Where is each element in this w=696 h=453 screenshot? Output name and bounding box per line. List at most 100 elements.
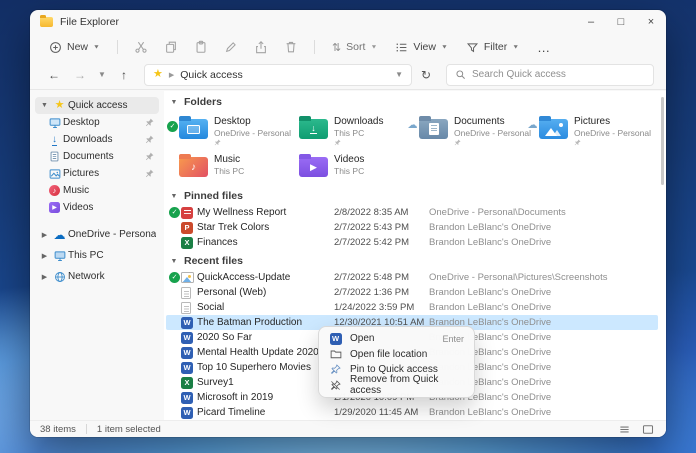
file-name: Personal (Web) — [197, 287, 267, 298]
menu-item-open[interactable]: W Open Enter — [323, 331, 470, 347]
address-bar[interactable]: ★ ▶ Quick access ▼ — [144, 63, 412, 86]
pin-icon — [214, 139, 286, 146]
chevron-down-icon[interactable]: ▼ — [38, 102, 51, 109]
folder-name: Videos — [334, 154, 365, 165]
search-input[interactable] — [472, 69, 645, 80]
more-options-button[interactable]: … — [530, 37, 558, 58]
sidebar-item-onedrive[interactable]: ▶ ☁ OneDrive - Personal — [35, 226, 159, 243]
recent-files-section-header[interactable]: ▼ Recent files — [166, 254, 658, 268]
sidebar-item-videos[interactable]: ▶ Videos — [43, 199, 159, 216]
search-box[interactable] — [446, 63, 654, 86]
document-file-icon — [181, 286, 191, 299]
file-row[interactable]: Personal (Web) 2/7/2022 1:36 PM Brandon … — [166, 285, 658, 300]
sidebar-item-documents[interactable]: Documents — [43, 148, 159, 165]
new-button[interactable]: New ▼ — [42, 38, 107, 57]
pin-icon — [142, 169, 156, 178]
file-date: 1/29/2020 11:45 AM — [334, 407, 419, 418]
file-location: Brandon LeBlanc's OneDrive — [429, 222, 552, 233]
copy-button[interactable] — [158, 37, 184, 57]
file-row[interactable]: ✓ QuickAccess-Update 2/7/2022 5:48 PM On… — [166, 270, 658, 285]
recent-locations-button[interactable]: ▼ — [94, 64, 110, 86]
selection-count: 1 item selected — [96, 423, 161, 435]
pin-icon — [142, 118, 156, 127]
file-row[interactable]: Social 1/24/2022 3:59 PM Brandon LeBlanc… — [166, 300, 658, 315]
file-name: Mental Health Update 2020 — [197, 347, 319, 358]
maximize-button[interactable]: □ — [606, 10, 636, 34]
close-button[interactable]: × — [636, 10, 666, 34]
refresh-button[interactable]: ↻ — [414, 64, 438, 86]
chevron-right-icon[interactable]: ▶ — [38, 252, 51, 260]
chevron-down-icon[interactable]: ▼ — [169, 99, 179, 106]
file-name: My Wellness Report — [197, 207, 287, 218]
folder-tile-downloads[interactable]: ↓ Downloads This PC — [286, 111, 406, 149]
rename-button[interactable] — [218, 37, 244, 57]
quick-access-star-icon: ★ — [153, 68, 163, 80]
file-row[interactable]: ✓ My Wellness Report 2/8/2022 8:35 AM On… — [166, 205, 658, 220]
videos-folder-icon: ▶ — [299, 154, 328, 177]
sidebar-item-label: Downloads — [63, 134, 113, 145]
vertical-scrollbar[interactable] — [661, 97, 664, 185]
sidebar-item-pictures[interactable]: Pictures — [43, 165, 159, 182]
forward-button[interactable]: → — [68, 64, 92, 86]
details-view-toggle[interactable] — [616, 423, 632, 436]
address-dropdown-icon[interactable]: ▼ — [395, 70, 403, 79]
sidebar-item-quick-access[interactable]: ▼ ★ Quick access — [35, 97, 159, 114]
back-button[interactable]: ← — [42, 64, 66, 86]
file-location: Brandon LeBlanc's OneDrive — [429, 302, 552, 313]
file-row[interactable]: X Finances 2/7/2022 5:42 PM Brandon LeBl… — [166, 235, 658, 250]
view-button[interactable]: View ▼ — [388, 38, 455, 57]
pinned-files-section-header[interactable]: ▼ Pinned files — [166, 189, 658, 203]
sort-button[interactable]: ⇅ Sort ▼ — [325, 38, 384, 57]
file-explorer-window: File Explorer – □ × New ▼ ⇅ Sort ▼ View … — [30, 10, 666, 437]
paste-button[interactable] — [188, 37, 214, 57]
delete-button[interactable] — [278, 37, 304, 57]
folders-section-header[interactable]: ▼ Folders — [166, 95, 658, 109]
sidebar-item-this-pc[interactable]: ▶ This PC — [35, 247, 159, 264]
chevron-down-icon[interactable]: ▼ — [169, 258, 179, 265]
file-name: Top 10 Superhero Movies — [197, 362, 311, 373]
pdf-file-icon — [181, 206, 193, 219]
up-button[interactable]: ↑ — [112, 64, 136, 86]
pin-outline-icon — [329, 364, 342, 375]
file-row[interactable]: W Picard Timeline 1/29/2020 11:45 AM Bra… — [166, 405, 658, 420]
folder-tile-documents[interactable]: ☁ Documents OneDrive - Personal — [406, 111, 531, 149]
chevron-down-icon[interactable]: ▼ — [169, 193, 179, 200]
pictures-folder-icon — [539, 116, 568, 139]
breadcrumb-separator: ▶ — [168, 71, 175, 79]
file-name: Picard Timeline — [197, 407, 266, 418]
folder-tile-music[interactable]: ♪ Music This PC — [166, 149, 286, 187]
cloud-status-icon: ☁ — [407, 120, 418, 131]
more-icon: … — [537, 39, 552, 55]
filter-button[interactable]: Filter ▼ — [459, 38, 526, 57]
sidebar-item-network[interactable]: ▶ Network — [35, 268, 159, 285]
network-globe-icon — [51, 271, 68, 283]
large-icons-view-toggle[interactable] — [640, 423, 656, 436]
folder-tile-desktop[interactable]: ✓ Desktop OneDrive - Personal — [166, 111, 291, 149]
chevron-right-icon[interactable]: ▶ — [38, 231, 51, 239]
chevron-right-icon[interactable]: ▶ — [38, 273, 51, 281]
folder-outline-icon — [329, 348, 342, 360]
sidebar-item-music[interactable]: ♪ Music — [43, 182, 159, 199]
view-label: View — [413, 41, 436, 53]
search-icon — [455, 69, 466, 80]
cut-button[interactable] — [128, 37, 154, 57]
file-name: Star Trek Colors — [197, 222, 270, 233]
navigation-pane: ▼ ★ Quick access Desktop ↓ Downloads Doc… — [30, 91, 164, 420]
file-location: OneDrive - Personal\Pictures\Screenshots — [429, 272, 608, 283]
breadcrumb[interactable]: Quick access — [180, 69, 389, 81]
menu-item-open-file-location[interactable]: Open file location — [323, 347, 470, 363]
file-location: Brandon LeBlanc's OneDrive — [429, 407, 552, 418]
share-button[interactable] — [248, 37, 274, 57]
minimize-button[interactable]: – — [576, 10, 606, 34]
sidebar-item-desktop[interactable]: Desktop — [43, 114, 159, 131]
file-row[interactable]: P Star Trek Colors 2/7/2022 5:43 PM Bran… — [166, 220, 658, 235]
file-name: Microsoft in 2019 — [197, 392, 274, 403]
folder-tile-pictures[interactable]: ☁ Pictures OneDrive - Personal — [526, 111, 651, 149]
downloads-folder-icon: ↓ — [299, 116, 328, 139]
sidebar-item-downloads[interactable]: ↓ Downloads — [43, 131, 159, 148]
folder-tile-videos[interactable]: ▶ Videos This PC — [286, 149, 406, 187]
section-title: Pinned files — [184, 190, 243, 202]
sidebar-item-label: Desktop — [63, 117, 100, 128]
window-controls: – □ × — [576, 10, 666, 34]
menu-item-remove-from-quick-access[interactable]: Remove from Quick access — [323, 374, 470, 396]
